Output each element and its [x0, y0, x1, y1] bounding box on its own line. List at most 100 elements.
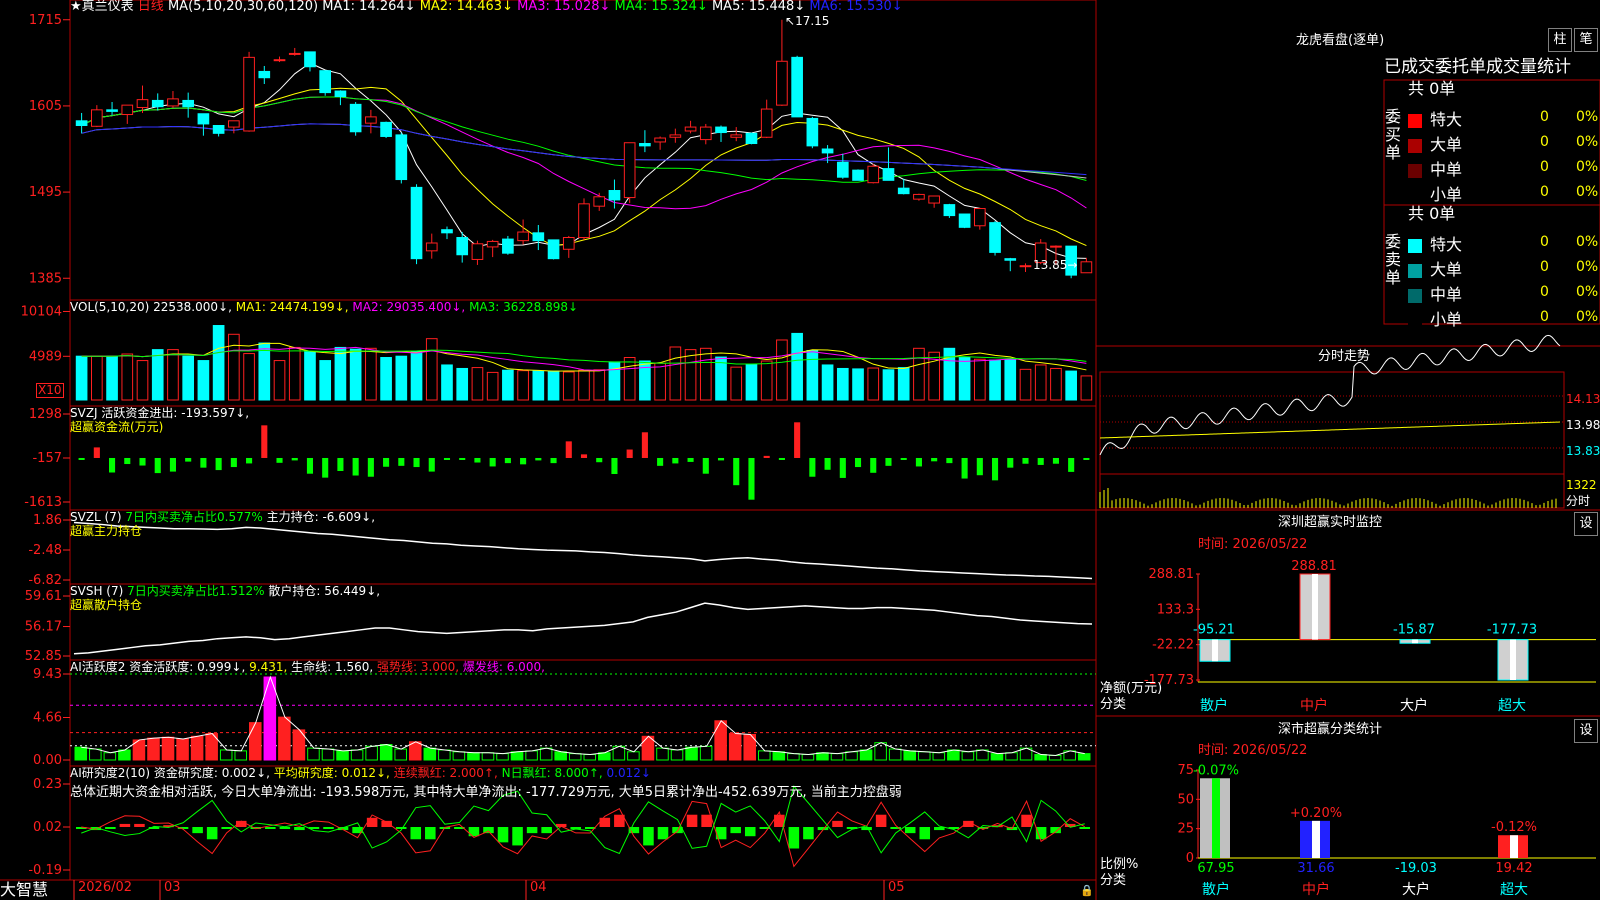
candle-body: [669, 134, 682, 138]
sz-monitor-settings-button[interactable]: 设: [1574, 512, 1598, 536]
svzj-bar: [1037, 457, 1044, 465]
candle-body: [410, 186, 423, 260]
ai-research-avg: 平均研究度: 0.012↓,: [273, 766, 390, 780]
ai2-bar: [410, 827, 422, 840]
tick-view-button[interactable]: 笔: [1574, 28, 1598, 52]
volume-bar: [365, 347, 377, 401]
svzl-title: SVZL (7): [70, 510, 122, 524]
svzj-bar: [809, 457, 816, 477]
svsh-y-tick: 52.85: [25, 649, 62, 664]
ai1-bar: [917, 751, 931, 761]
candle-body: [958, 213, 971, 228]
buy-xl-pct: 0%: [1576, 109, 1599, 125]
lock-icon[interactable]: 🔒: [1080, 884, 1094, 898]
svzj-bar: [459, 457, 466, 460]
sz-y-tick: 288.81: [1149, 567, 1195, 582]
ai2-bar: [832, 820, 843, 827]
min-price-value: 13.85: [1033, 258, 1068, 272]
volume-bar: [639, 360, 651, 401]
stock-chart-canvas[interactable]: 1715 1605 1495 1385 10104 4989 1298 -157 -1613 1.…: [0, 0, 1600, 900]
sc-stats-settings-button[interactable]: 设: [1574, 719, 1598, 743]
candle-body: [730, 134, 743, 138]
volume-bar: [562, 371, 575, 401]
ai1-bar: [976, 749, 989, 761]
svzj-bar: [778, 457, 785, 460]
ai1-bar: [627, 751, 640, 761]
candle-body: [167, 98, 179, 107]
candle-body: [654, 137, 666, 143]
candle-body: [715, 126, 727, 134]
ai2-bar: [643, 827, 654, 846]
candle-body: [928, 195, 940, 204]
svzj-bar: [398, 457, 405, 466]
volume-bar: [547, 370, 560, 401]
svzj-bar: [383, 457, 390, 467]
min-price-label: 13.85→: [1033, 258, 1077, 272]
main-header: ★真兰仪表 日线 MA(5,10,20,30,60,120) MA1: 14.2…: [70, 0, 903, 14]
tab-orders[interactable]: 委托单: [1435, 57, 1486, 77]
sc-value-label: 67.95: [1197, 861, 1234, 876]
volume-bar: [288, 346, 301, 401]
volume-bar: [106, 355, 118, 401]
sell-s-swatch: [1408, 313, 1422, 328]
svzj-bar: [961, 457, 968, 479]
tab-volume-stats[interactable]: 成交量统计: [1486, 57, 1571, 77]
bar-view-button[interactable]: 柱: [1548, 28, 1572, 52]
candle-body: [75, 120, 88, 127]
main-y-tick: 1385: [29, 271, 62, 286]
tab-traded[interactable]: 已成交: [1384, 57, 1435, 77]
sc-category-label: 中户: [1302, 881, 1330, 898]
volume-bar: [973, 358, 986, 401]
vol-y-tick: 4989: [29, 349, 62, 364]
sz-category-label: 散户: [1200, 697, 1228, 714]
candle-body: [532, 232, 545, 242]
sc-y-tick: 0: [1186, 851, 1194, 866]
svzj-bar: [854, 457, 862, 468]
svzj-y-tick: 1298: [29, 407, 62, 422]
max-price-value: 17.15: [795, 14, 830, 28]
volume-bar: [395, 355, 408, 401]
volume-bar: [1004, 359, 1017, 401]
svzj-bar: [702, 457, 709, 474]
svzj-bar: [717, 457, 725, 461]
svzj-bar: [748, 457, 755, 500]
volume-bar: [167, 349, 179, 401]
candle-body: [745, 132, 758, 145]
ai1-bar: [481, 752, 495, 761]
volume-bar: [212, 325, 225, 401]
svzj-bar: [550, 457, 557, 464]
ma6-value: MA6: 15.530↓: [809, 0, 903, 14]
ma-line-4: [81, 96, 1087, 183]
svzl-y-tick: -2.48: [28, 543, 62, 558]
svzj-bar: [291, 457, 298, 461]
volume-bar: [319, 360, 332, 401]
buy-row-large: 大单: [1408, 131, 1462, 155]
svzj-bar: [915, 457, 922, 467]
ai1-bar: [1048, 754, 1062, 761]
svzj-bar: [885, 457, 892, 466]
ai1-bar: [699, 745, 713, 761]
buy-total: 共 0单: [1408, 79, 1456, 98]
svzj-bar: [611, 457, 618, 475]
sc-change-label: -0.12%: [1491, 820, 1537, 835]
stock-title[interactable]: ★真兰仪表: [70, 0, 134, 14]
brand-logo[interactable]: 大智慧: [0, 880, 48, 900]
candle-body: [456, 237, 469, 256]
sz-value-label: -95.21: [1193, 623, 1235, 638]
svzj-bar: [352, 457, 359, 476]
ai1-bar: [496, 753, 509, 761]
ai1-bar: [583, 754, 597, 761]
ai1-bar: [161, 736, 175, 761]
intraday-volume-max: 1322: [1566, 478, 1597, 492]
ai2-bar: [919, 827, 931, 840]
candle-body: [989, 222, 1001, 253]
period-label[interactable]: 日线: [138, 0, 164, 14]
svzj-bar: [763, 455, 770, 458]
ai1-bar: [787, 753, 800, 761]
candle-body: [699, 126, 712, 141]
sell-m-count: 0: [1540, 284, 1549, 300]
candle-body: [486, 240, 499, 248]
sz-bar-highlight: [1412, 639, 1418, 644]
svzj-bar: [596, 457, 603, 463]
ma5-value: MA5: 15.448↓: [711, 0, 806, 14]
